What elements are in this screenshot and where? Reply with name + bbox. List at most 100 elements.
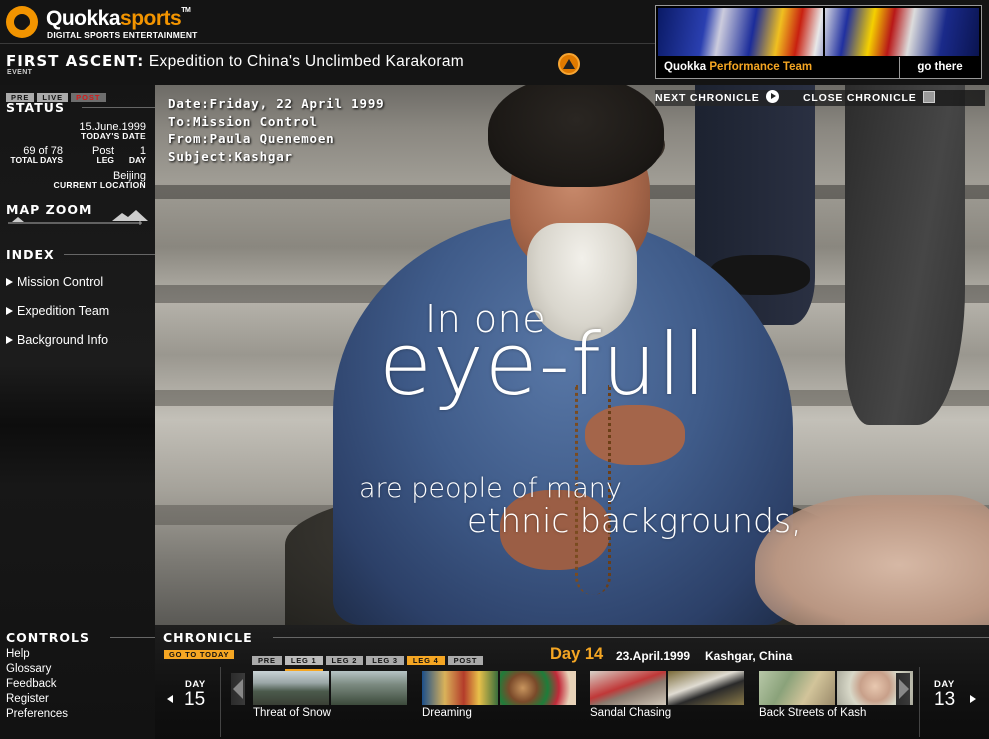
- phase-tab-post[interactable]: POST: [71, 93, 106, 102]
- logo-word-sports: sports: [120, 7, 182, 30]
- leg-tab-leg-2[interactable]: LEG 2: [325, 656, 364, 665]
- previous-day-number: 15: [184, 689, 206, 710]
- logo-trademark: TM: [181, 7, 191, 14]
- entry-label: Back Streets of Kash: [759, 707, 867, 719]
- header: QuokkasportsTM DIGITAL SPORTS ENTERTAINM…: [0, 0, 989, 85]
- current-day-location: Kashgar, China: [705, 649, 793, 663]
- performance-team-label: Quokka Performance Team: [664, 61, 812, 73]
- control-help[interactable]: Help: [6, 648, 30, 660]
- index-item-label: Expedition Team: [17, 304, 110, 318]
- overlay-line-4: ethnic backgrounds,: [467, 501, 802, 540]
- chronicle-memo: Date:Friday, 22 April 1999 To:Mission Con…: [168, 95, 384, 165]
- entry-thumbnail: [253, 671, 329, 705]
- logo-tagline: DIGITAL SPORTS ENTERTAINMENT: [47, 30, 198, 40]
- current-location: Beijing CURRENT LOCATION: [54, 170, 146, 190]
- scroll-right-icon[interactable]: [896, 673, 910, 705]
- map-zoom-slider[interactable]: [6, 205, 152, 227]
- controls-divider: [110, 637, 155, 638]
- todays-date: 15.June.1999 TODAY'S DATE: [79, 121, 146, 141]
- control-register[interactable]: Register: [6, 693, 49, 705]
- phase-tabs: PRE LIVE POST: [6, 87, 109, 102]
- arrow-right-icon: [6, 307, 13, 315]
- close-checkbox-icon: [922, 91, 935, 103]
- overlay-line-3: are people of many: [359, 473, 622, 504]
- go-to-today-button[interactable]: GO TO TODAY: [164, 650, 235, 659]
- total-days-label: TOTAL DAYS: [10, 155, 63, 165]
- entry-thumbnail: [422, 671, 498, 705]
- arrow-right-icon: [6, 278, 13, 286]
- next-day-button[interactable]: DAY 13: [919, 667, 989, 737]
- leg-tabs: PRE LEG 1 LEG 2 LEG 3 LEG 4 POST: [252, 650, 486, 672]
- index-item-mission-control[interactable]: Mission Control: [6, 275, 103, 289]
- current-day: Day 14: [550, 645, 604, 663]
- zoom-out-icon: [12, 217, 24, 222]
- event-title: FIRST ASCENT: Expedition to China's Uncl…: [6, 52, 464, 71]
- control-preferences[interactable]: Preferences: [6, 708, 68, 720]
- play-icon: [765, 90, 779, 103]
- entry-label: Threat of Snow: [253, 707, 331, 719]
- index-title: INDEX: [6, 247, 55, 262]
- overlay-line-2: eye-full: [379, 315, 708, 415]
- leg-stat: Post LEG: [86, 145, 114, 165]
- performance-team-promo: Quokka Performance Team go there: [655, 5, 982, 79]
- logo-wordmark: QuokkasportsTM: [46, 7, 191, 31]
- leg-tab-leg-4[interactable]: LEG 4: [406, 656, 445, 665]
- performance-team-name: Performance Team: [709, 61, 813, 73]
- mountain-icon: [558, 53, 580, 75]
- entry-label: Dreaming: [422, 707, 472, 719]
- leg-tab-leg-1[interactable]: LEG 1: [284, 656, 323, 672]
- close-chronicle-button[interactable]: CLOSE CHRONICLE: [803, 90, 935, 106]
- arrow-left-icon: [167, 695, 173, 703]
- total-days: 69 of 78 TOTAL DAYS: [7, 145, 63, 165]
- arrow-right-icon: [970, 695, 976, 703]
- memo-date: Date:Friday, 22 April 1999: [168, 96, 385, 111]
- index-item-background-info[interactable]: Background Info: [6, 333, 108, 347]
- index-item-label: Background Info: [17, 333, 109, 347]
- memo-from: From:Paula Quenemoen: [168, 131, 335, 146]
- current-location-label: CURRENT LOCATION: [53, 180, 146, 190]
- chronicle-navigation: NEXT CHRONICLE CLOSE CHRONICLE: [655, 90, 985, 106]
- entry-thumbnail: [759, 671, 835, 705]
- performance-team-brand: Quokka: [664, 61, 707, 73]
- previous-day-button[interactable]: DAY 15: [155, 667, 221, 737]
- zoom-in-icon: [112, 210, 148, 221]
- scroll-left-icon[interactable]: [231, 673, 245, 705]
- control-feedback[interactable]: Feedback: [6, 678, 57, 690]
- quokka-logo-icon: [6, 6, 38, 38]
- entry-thumbnail: [331, 671, 407, 705]
- memo-to: To:Mission Control: [168, 113, 318, 129]
- day-stat: 1 DAY: [124, 145, 146, 165]
- arrow-right-icon: [6, 336, 13, 344]
- chronicle-photo: Date:Friday, 22 April 1999 To:Mission Con…: [155, 85, 989, 625]
- quokka-logo[interactable]: QuokkasportsTM DIGITAL SPORTS ENTERTAINM…: [6, 6, 246, 42]
- entry-thumbnail: [590, 671, 666, 705]
- memo-subject: Subject:Kashgar: [168, 148, 293, 164]
- index-item-label: Mission Control: [17, 275, 104, 289]
- day-label: DAY: [128, 155, 146, 165]
- next-day-number: 13: [934, 689, 956, 710]
- leg-label: LEG: [96, 155, 114, 165]
- index-divider: [64, 254, 155, 255]
- chronicle-bar: CHRONICLE GO TO TODAY PRE LEG 1 LEG 2 LEG 3…: [155, 625, 989, 739]
- index-item-expedition-team[interactable]: Expedition Team: [6, 304, 109, 318]
- entry-thumbnail: [500, 671, 576, 705]
- entry-thumbnail: [668, 671, 744, 705]
- control-glossary[interactable]: Glossary: [6, 663, 51, 675]
- leg-tab-leg-3[interactable]: LEG 3: [366, 656, 404, 665]
- leg-tab-pre[interactable]: PRE: [252, 656, 282, 665]
- event-prefix: FIRST ASCENT:: [6, 52, 145, 70]
- todays-date-label: TODAY'S DATE: [81, 131, 146, 141]
- event-name: Expedition to China's Unclimbed Karakora…: [148, 53, 464, 70]
- race-car-photo: [658, 8, 979, 56]
- chronicle-divider: [273, 637, 989, 638]
- current-day-date: 23.April.1999: [616, 649, 691, 663]
- controls-title: CONTROLS: [6, 630, 91, 645]
- next-chronicle-label: NEXT CHRONICLE: [655, 92, 760, 104]
- leg-tab-post[interactable]: POST: [447, 656, 484, 665]
- next-chronicle-button[interactable]: NEXT CHRONICLE: [655, 90, 779, 106]
- logo-word-quokka: Quokka: [46, 7, 121, 30]
- close-chronicle-label: CLOSE CHRONICLE: [803, 92, 917, 104]
- entry-label: Sandal Chasing: [590, 707, 672, 719]
- chronicle-title: CHRONICLE: [163, 630, 253, 645]
- go-there-button[interactable]: go there: [899, 57, 980, 78]
